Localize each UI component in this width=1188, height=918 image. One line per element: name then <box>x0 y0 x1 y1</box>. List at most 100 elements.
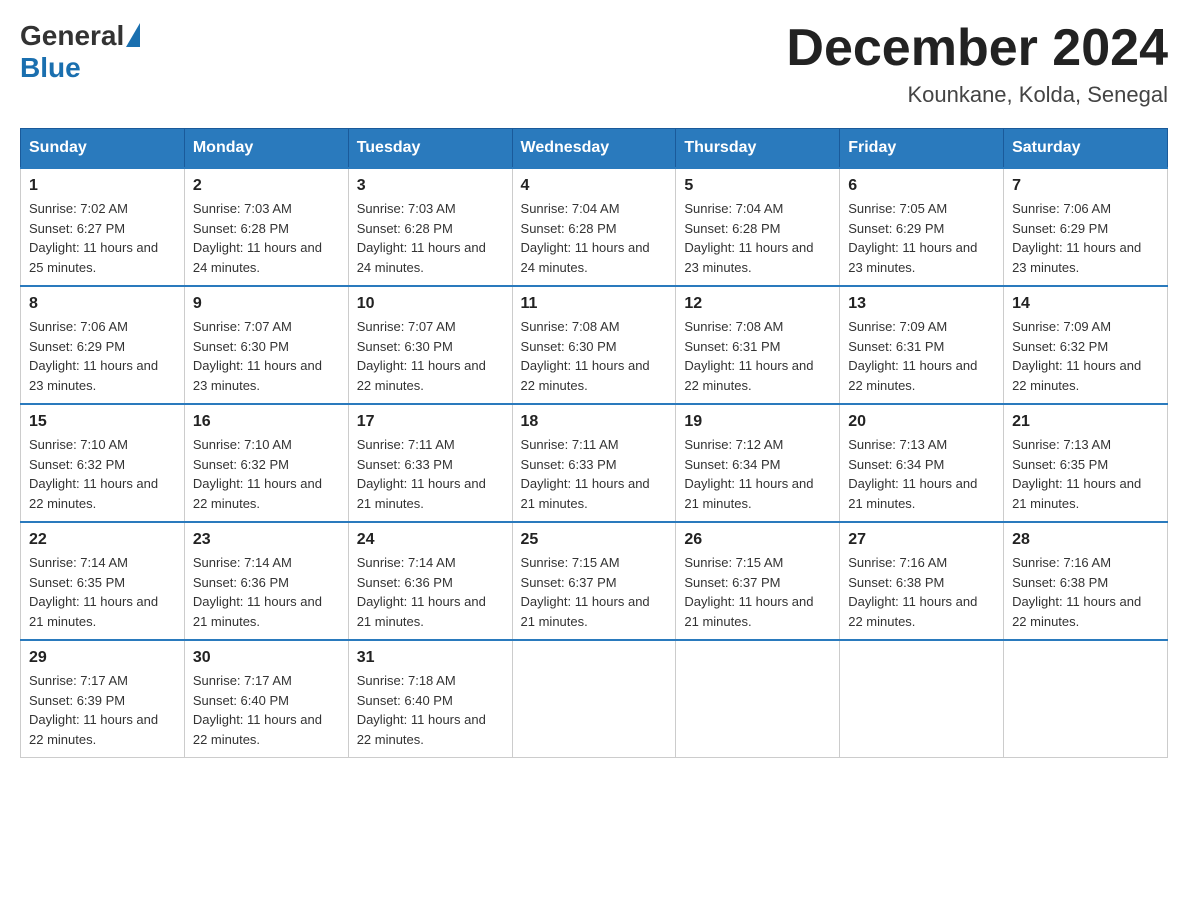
day-number: 10 <box>357 295 504 313</box>
day-info: Sunrise: 7:06 AMSunset: 6:29 PMDaylight:… <box>1012 199 1159 277</box>
calendar-cell <box>840 640 1004 758</box>
day-number: 21 <box>1012 413 1159 431</box>
day-number: 12 <box>684 295 831 313</box>
day-number: 22 <box>29 531 176 549</box>
calendar-cell: 18 Sunrise: 7:11 AMSunset: 6:33 PMDaylig… <box>512 404 676 522</box>
day-info: Sunrise: 7:03 AMSunset: 6:28 PMDaylight:… <box>357 199 504 277</box>
day-info: Sunrise: 7:08 AMSunset: 6:31 PMDaylight:… <box>684 317 831 395</box>
header-tuesday: Tuesday <box>348 129 512 169</box>
day-number: 9 <box>193 295 340 313</box>
day-number: 19 <box>684 413 831 431</box>
day-info: Sunrise: 7:15 AMSunset: 6:37 PMDaylight:… <box>521 553 668 631</box>
day-info: Sunrise: 7:04 AMSunset: 6:28 PMDaylight:… <box>684 199 831 277</box>
day-number: 1 <box>29 177 176 195</box>
calendar-cell: 29 Sunrise: 7:17 AMSunset: 6:39 PMDaylig… <box>21 640 185 758</box>
day-number: 28 <box>1012 531 1159 549</box>
day-info: Sunrise: 7:07 AMSunset: 6:30 PMDaylight:… <box>357 317 504 395</box>
calendar-cell: 10 Sunrise: 7:07 AMSunset: 6:30 PMDaylig… <box>348 286 512 404</box>
day-number: 13 <box>848 295 995 313</box>
calendar-cell <box>512 640 676 758</box>
day-number: 25 <box>521 531 668 549</box>
header-thursday: Thursday <box>676 129 840 169</box>
logo-triangle-icon <box>126 23 140 47</box>
day-info: Sunrise: 7:13 AMSunset: 6:35 PMDaylight:… <box>1012 435 1159 513</box>
week-row-5: 29 Sunrise: 7:17 AMSunset: 6:39 PMDaylig… <box>21 640 1168 758</box>
calendar-cell: 16 Sunrise: 7:10 AMSunset: 6:32 PMDaylig… <box>184 404 348 522</box>
day-number: 30 <box>193 649 340 667</box>
logo: General Blue <box>20 20 140 84</box>
calendar-cell <box>1004 640 1168 758</box>
calendar-cell: 26 Sunrise: 7:15 AMSunset: 6:37 PMDaylig… <box>676 522 840 640</box>
title-section: December 2024 Kounkane, Kolda, Senegal <box>786 20 1168 108</box>
calendar-cell <box>676 640 840 758</box>
calendar-table: SundayMondayTuesdayWednesdayThursdayFrid… <box>20 128 1168 758</box>
calendar-cell: 22 Sunrise: 7:14 AMSunset: 6:35 PMDaylig… <box>21 522 185 640</box>
day-number: 6 <box>848 177 995 195</box>
calendar-cell: 23 Sunrise: 7:14 AMSunset: 6:36 PMDaylig… <box>184 522 348 640</box>
day-info: Sunrise: 7:12 AMSunset: 6:34 PMDaylight:… <box>684 435 831 513</box>
day-info: Sunrise: 7:10 AMSunset: 6:32 PMDaylight:… <box>193 435 340 513</box>
calendar-cell: 9 Sunrise: 7:07 AMSunset: 6:30 PMDayligh… <box>184 286 348 404</box>
calendar-cell: 31 Sunrise: 7:18 AMSunset: 6:40 PMDaylig… <box>348 640 512 758</box>
day-info: Sunrise: 7:18 AMSunset: 6:40 PMDaylight:… <box>357 671 504 749</box>
calendar-cell: 19 Sunrise: 7:12 AMSunset: 6:34 PMDaylig… <box>676 404 840 522</box>
day-info: Sunrise: 7:11 AMSunset: 6:33 PMDaylight:… <box>521 435 668 513</box>
calendar-cell: 1 Sunrise: 7:02 AMSunset: 6:27 PMDayligh… <box>21 168 185 286</box>
day-info: Sunrise: 7:11 AMSunset: 6:33 PMDaylight:… <box>357 435 504 513</box>
header-wednesday: Wednesday <box>512 129 676 169</box>
week-row-4: 22 Sunrise: 7:14 AMSunset: 6:35 PMDaylig… <box>21 522 1168 640</box>
calendar-cell: 6 Sunrise: 7:05 AMSunset: 6:29 PMDayligh… <box>840 168 1004 286</box>
header-sunday: Sunday <box>21 129 185 169</box>
logo-blue: Blue <box>20 52 81 83</box>
day-info: Sunrise: 7:13 AMSunset: 6:34 PMDaylight:… <box>848 435 995 513</box>
day-info: Sunrise: 7:16 AMSunset: 6:38 PMDaylight:… <box>848 553 995 631</box>
day-number: 18 <box>521 413 668 431</box>
calendar-cell: 20 Sunrise: 7:13 AMSunset: 6:34 PMDaylig… <box>840 404 1004 522</box>
calendar-cell: 2 Sunrise: 7:03 AMSunset: 6:28 PMDayligh… <box>184 168 348 286</box>
week-row-2: 8 Sunrise: 7:06 AMSunset: 6:29 PMDayligh… <box>21 286 1168 404</box>
day-info: Sunrise: 7:16 AMSunset: 6:38 PMDaylight:… <box>1012 553 1159 631</box>
week-row-1: 1 Sunrise: 7:02 AMSunset: 6:27 PMDayligh… <box>21 168 1168 286</box>
day-info: Sunrise: 7:10 AMSunset: 6:32 PMDaylight:… <box>29 435 176 513</box>
header-saturday: Saturday <box>1004 129 1168 169</box>
day-number: 24 <box>357 531 504 549</box>
day-number: 11 <box>521 295 668 313</box>
day-info: Sunrise: 7:09 AMSunset: 6:31 PMDaylight:… <box>848 317 995 395</box>
day-info: Sunrise: 7:06 AMSunset: 6:29 PMDaylight:… <box>29 317 176 395</box>
day-info: Sunrise: 7:17 AMSunset: 6:39 PMDaylight:… <box>29 671 176 749</box>
calendar-cell: 24 Sunrise: 7:14 AMSunset: 6:36 PMDaylig… <box>348 522 512 640</box>
day-number: 20 <box>848 413 995 431</box>
calendar-cell: 21 Sunrise: 7:13 AMSunset: 6:35 PMDaylig… <box>1004 404 1168 522</box>
day-number: 4 <box>521 177 668 195</box>
location-label: Kounkane, Kolda, Senegal <box>786 82 1168 108</box>
day-number: 26 <box>684 531 831 549</box>
day-info: Sunrise: 7:14 AMSunset: 6:36 PMDaylight:… <box>357 553 504 631</box>
day-number: 17 <box>357 413 504 431</box>
calendar-cell: 30 Sunrise: 7:17 AMSunset: 6:40 PMDaylig… <box>184 640 348 758</box>
calendar-header-row: SundayMondayTuesdayWednesdayThursdayFrid… <box>21 129 1168 169</box>
day-info: Sunrise: 7:04 AMSunset: 6:28 PMDaylight:… <box>521 199 668 277</box>
calendar-cell: 3 Sunrise: 7:03 AMSunset: 6:28 PMDayligh… <box>348 168 512 286</box>
calendar-cell: 28 Sunrise: 7:16 AMSunset: 6:38 PMDaylig… <box>1004 522 1168 640</box>
day-number: 2 <box>193 177 340 195</box>
day-number: 3 <box>357 177 504 195</box>
day-info: Sunrise: 7:07 AMSunset: 6:30 PMDaylight:… <box>193 317 340 395</box>
day-info: Sunrise: 7:09 AMSunset: 6:32 PMDaylight:… <box>1012 317 1159 395</box>
calendar-cell: 5 Sunrise: 7:04 AMSunset: 6:28 PMDayligh… <box>676 168 840 286</box>
calendar-cell: 27 Sunrise: 7:16 AMSunset: 6:38 PMDaylig… <box>840 522 1004 640</box>
day-number: 16 <box>193 413 340 431</box>
day-info: Sunrise: 7:17 AMSunset: 6:40 PMDaylight:… <box>193 671 340 749</box>
calendar-cell: 17 Sunrise: 7:11 AMSunset: 6:33 PMDaylig… <box>348 404 512 522</box>
day-info: Sunrise: 7:14 AMSunset: 6:36 PMDaylight:… <box>193 553 340 631</box>
day-number: 27 <box>848 531 995 549</box>
day-info: Sunrise: 7:02 AMSunset: 6:27 PMDaylight:… <box>29 199 176 277</box>
calendar-cell: 11 Sunrise: 7:08 AMSunset: 6:30 PMDaylig… <box>512 286 676 404</box>
calendar-cell: 7 Sunrise: 7:06 AMSunset: 6:29 PMDayligh… <box>1004 168 1168 286</box>
calendar-cell: 25 Sunrise: 7:15 AMSunset: 6:37 PMDaylig… <box>512 522 676 640</box>
day-number: 29 <box>29 649 176 667</box>
logo-general: General <box>20 20 124 52</box>
day-number: 31 <box>357 649 504 667</box>
header-friday: Friday <box>840 129 1004 169</box>
day-number: 14 <box>1012 295 1159 313</box>
day-number: 7 <box>1012 177 1159 195</box>
